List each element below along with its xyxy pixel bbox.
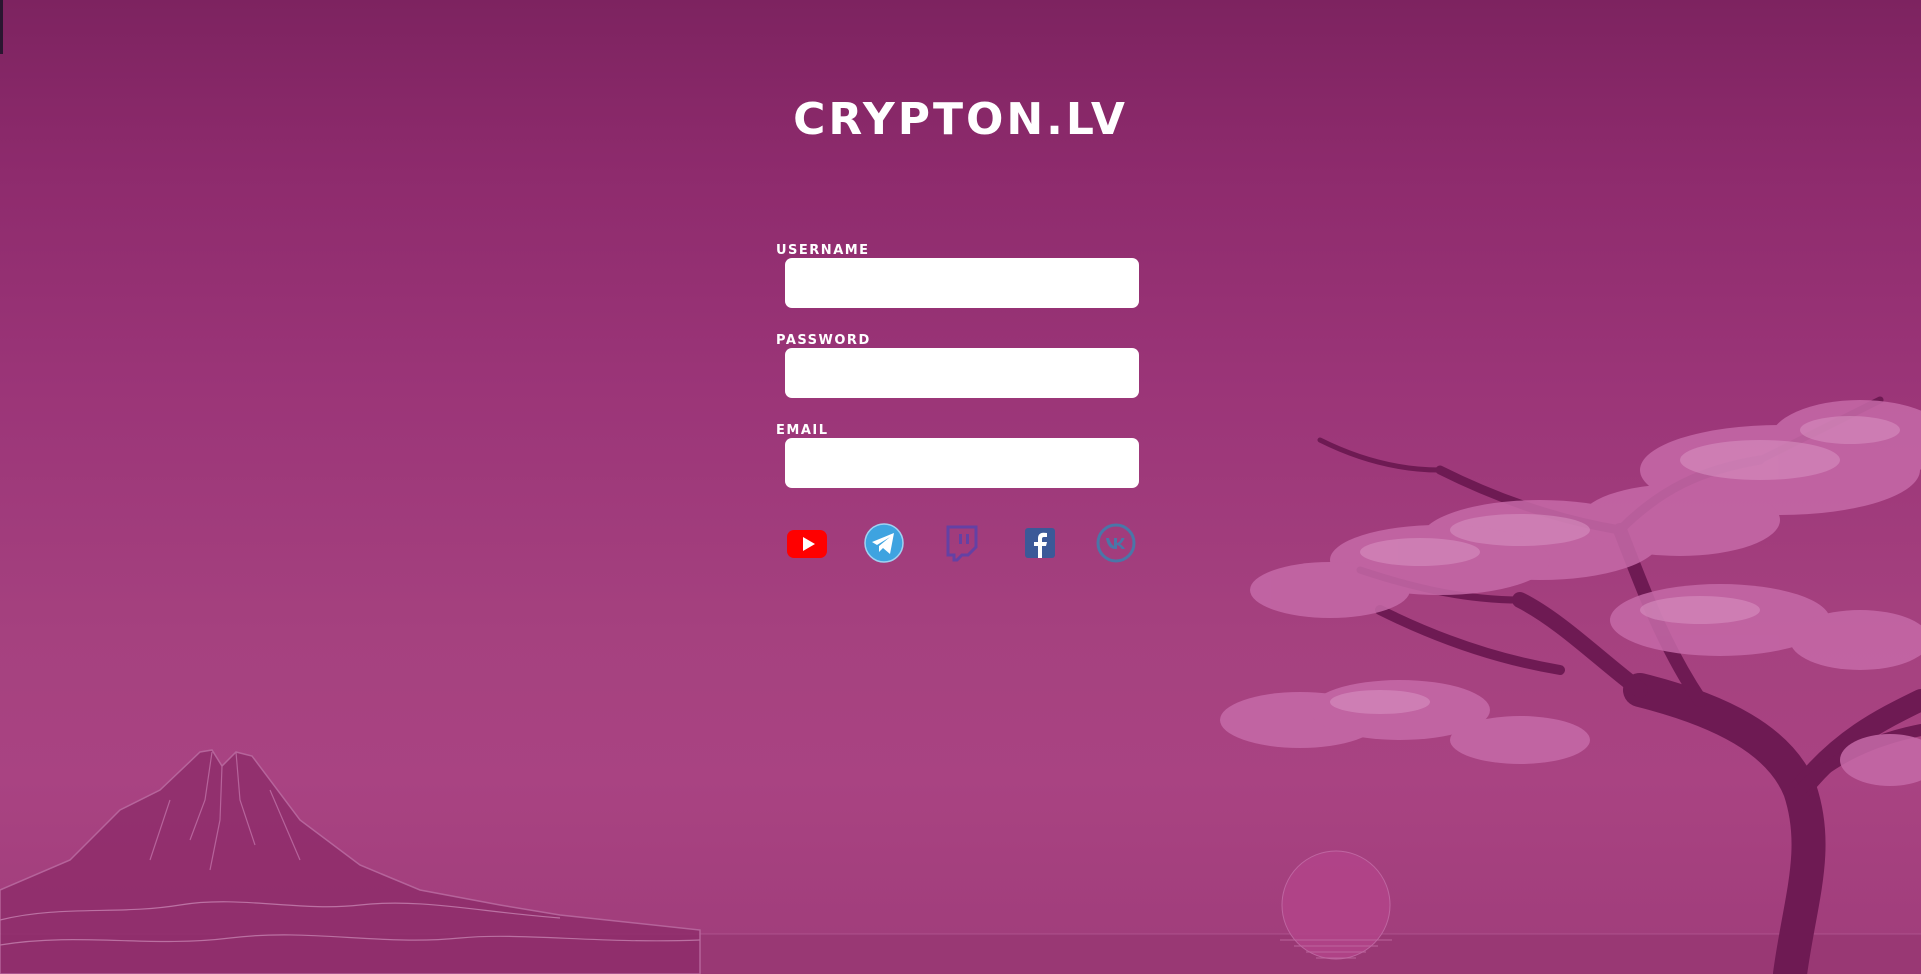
email-input[interactable] — [785, 438, 1139, 488]
password-label: PASSWORD — [776, 333, 871, 348]
facebook-link[interactable] — [1018, 521, 1062, 565]
twitch-link[interactable] — [940, 521, 984, 565]
username-label: USERNAME — [776, 243, 870, 258]
mountain — [0, 749, 701, 974]
login-page: CRYPTON.LV USERNAME PASSWORD EMAIL — [0, 0, 1921, 974]
youtube-link[interactable] — [785, 521, 829, 565]
telegram-icon — [864, 523, 904, 563]
password-input[interactable] — [785, 348, 1139, 398]
vk-icon — [1096, 523, 1136, 563]
youtube-icon — [787, 530, 827, 558]
email-label: EMAIL — [776, 423, 829, 438]
telegram-link[interactable] — [862, 521, 906, 565]
sun — [1281, 850, 1391, 960]
vk-link[interactable] — [1094, 521, 1138, 565]
facebook-icon — [1025, 528, 1055, 558]
site-logo: CRYPTON.LV — [793, 94, 1128, 145]
username-input[interactable] — [785, 258, 1139, 308]
twitch-icon — [946, 525, 978, 562]
